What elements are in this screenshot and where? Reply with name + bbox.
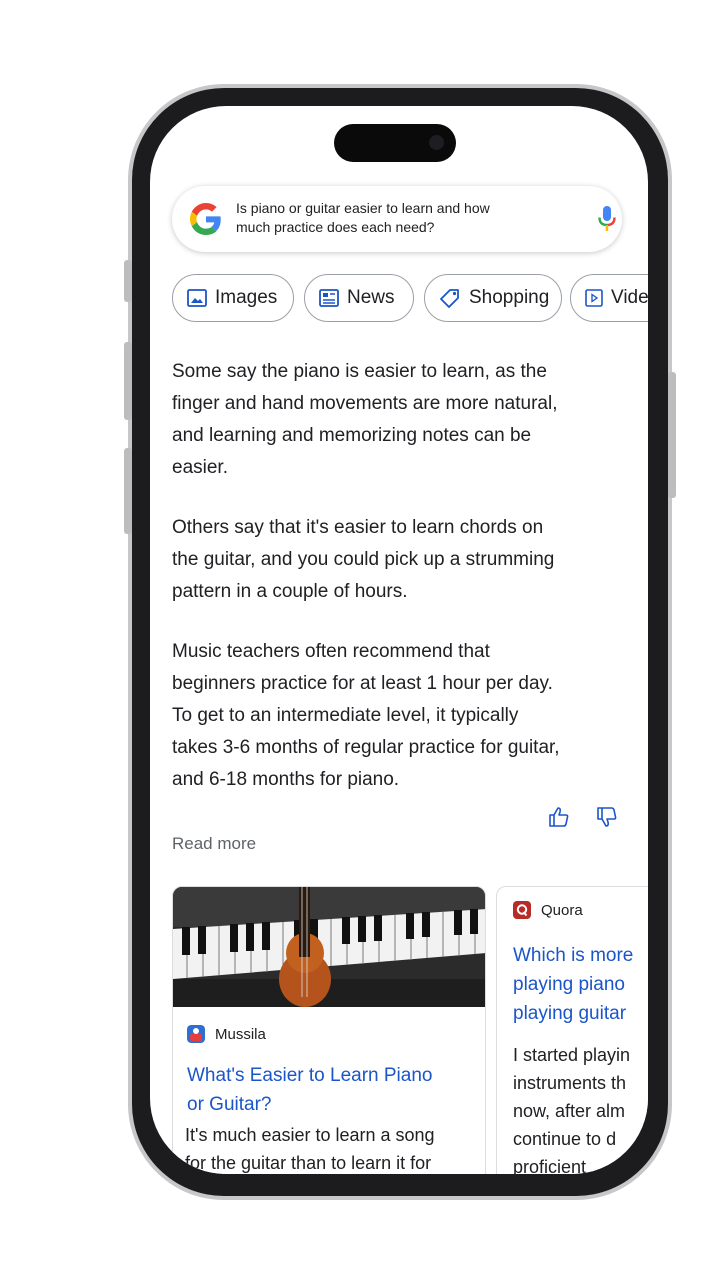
- card-title[interactable]: What's Easier to Learn Piano or Guitar?: [187, 1061, 477, 1119]
- text-line: and 6-18 months for piano.: [172, 769, 400, 790]
- source-card[interactable]: Quora Which is more playing piano playin…: [496, 886, 648, 1174]
- chip-news[interactable]: News: [304, 274, 414, 322]
- search-query[interactable]: Is piano or guitar easier to learn and h…: [236, 199, 556, 237]
- source-name: Quora: [541, 901, 583, 919]
- source-name: Mussila: [215, 1025, 266, 1043]
- ai-overview: Some say the piano is easier to learn, a…: [172, 356, 622, 824]
- card-source: Quora: [513, 901, 583, 919]
- chip-shopping[interactable]: Shopping: [424, 274, 562, 322]
- card-snippet: It's much easier to learn a song for the…: [185, 1121, 485, 1174]
- piano-violin-thumbnail: [173, 887, 485, 1007]
- text-line: To get to an intermediate level, it typi…: [172, 705, 519, 726]
- text-line: and learning and memorizing notes can be: [172, 425, 532, 446]
- snippet-line: now, after alm: [513, 1101, 626, 1121]
- mussila-logo-icon: [187, 1025, 205, 1043]
- snippet-line: continue to d: [513, 1129, 617, 1149]
- snippet-line: proficient: [513, 1157, 587, 1174]
- title-line: or Guitar?: [187, 1094, 272, 1115]
- snippet-line: I started playin: [513, 1045, 631, 1065]
- dynamic-island: [334, 124, 456, 162]
- text-line: easier.: [172, 457, 228, 478]
- text-line: Others say that it's easier to learn cho…: [172, 517, 544, 538]
- text-line: finger and hand movements are more natur…: [172, 393, 558, 414]
- text-line: pattern in a couple of hours.: [172, 581, 408, 602]
- title-line: playing piano: [513, 974, 625, 995]
- snippet-line: instruments th: [513, 1073, 627, 1093]
- chip-images[interactable]: Images: [172, 274, 294, 322]
- text-line: the guitar, and you could pick up a stru…: [172, 549, 555, 570]
- card-source: Mussila: [187, 1025, 266, 1043]
- chip-label: Shopping: [469, 287, 550, 308]
- tag-icon: [440, 289, 459, 308]
- news-icon: [319, 289, 339, 307]
- search-query-line: much practice does each need?: [236, 219, 435, 235]
- front-camera: [429, 135, 444, 150]
- overview-paragraph: Some say the piano is easier to learn, a…: [172, 356, 622, 484]
- action-button: [124, 260, 132, 302]
- microphone-icon[interactable]: [598, 206, 616, 232]
- quora-logo-icon: [513, 901, 531, 919]
- search-query-line: Is piano or guitar easier to learn and h…: [236, 200, 490, 216]
- text-line: takes 3-6 months of regular practice for…: [172, 737, 560, 758]
- card-snippet: I started playin instruments th now, aft…: [513, 1041, 648, 1174]
- card-title[interactable]: Which is more playing piano playing guit…: [513, 941, 648, 1028]
- chip-label: News: [347, 287, 395, 308]
- text-line: Music teachers often recommend that: [172, 641, 490, 662]
- snippet-line: It's much easier to learn a song: [185, 1125, 435, 1145]
- text-line: beginners practice for at least 1 hour p…: [172, 673, 553, 694]
- overview-paragraph: Music teachers often recommend that begi…: [172, 636, 622, 796]
- chip-videos[interactable]: Vide: [570, 274, 648, 322]
- text-line: Some say the piano is easier to learn, a…: [172, 361, 547, 382]
- volume-down-button: [124, 448, 132, 534]
- title-line: Which is more: [513, 945, 634, 966]
- volume-up-button: [124, 342, 132, 420]
- search-bar[interactable]: Is piano or guitar easier to learn and h…: [172, 186, 622, 252]
- overview-paragraph: Others say that it's easier to learn cho…: [172, 512, 622, 608]
- phone-screen: Is piano or guitar easier to learn and h…: [150, 106, 648, 1174]
- read-more-link[interactable]: Read more: [172, 834, 256, 854]
- source-card[interactable]: Mussila What's Easier to Learn Piano or …: [172, 886, 486, 1174]
- title-line: playing guitar: [513, 1003, 627, 1024]
- title-line: What's Easier to Learn Piano: [187, 1065, 433, 1086]
- video-icon: [585, 289, 603, 307]
- power-button: [668, 372, 676, 498]
- chip-label: Vide: [611, 287, 648, 308]
- thumbs-down-icon[interactable]: [596, 806, 618, 828]
- thumbs-up-icon[interactable]: [548, 806, 570, 828]
- image-icon: [187, 289, 207, 307]
- snippet-line: for the guitar than to learn it for: [185, 1153, 432, 1173]
- google-g-icon: [190, 203, 221, 235]
- chip-label: Images: [215, 287, 278, 308]
